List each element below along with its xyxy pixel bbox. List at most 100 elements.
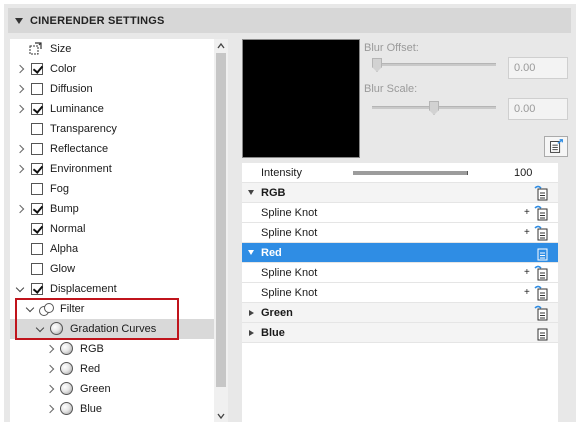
tree-item-luminance[interactable]: Luminance [10, 99, 214, 119]
tree-item-transparency[interactable]: Transparency [10, 119, 214, 139]
tree-item-normal[interactable]: Normal [10, 219, 214, 239]
scroll-up-icon[interactable] [217, 42, 225, 50]
tree-item-label: Green [80, 383, 111, 395]
expand-chevron-icon[interactable] [15, 104, 25, 114]
normal-checkbox[interactable] [31, 223, 43, 235]
size-icon [29, 42, 42, 55]
spline-knot-row[interactable]: Spline Knot + [242, 223, 558, 243]
group-row-green[interactable]: Green [242, 303, 558, 323]
displacement-checkbox[interactable] [31, 283, 43, 295]
tree-item-rgb[interactable]: RGB [10, 339, 214, 359]
tree-item-environment[interactable]: Environment [10, 159, 214, 179]
tree-item-label: Fog [50, 183, 69, 195]
bump-checkbox[interactable] [31, 203, 43, 215]
spline-list-icon[interactable] [534, 205, 550, 221]
add-knot-plus[interactable]: + [524, 207, 530, 218]
add-knot-plus[interactable]: + [524, 287, 530, 298]
expand-chevron-icon[interactable] [15, 164, 25, 174]
alpha-checkbox[interactable] [31, 243, 43, 255]
tree-item-label: Bump [50, 203, 79, 215]
reflectance-checkbox[interactable] [31, 143, 43, 155]
tree-item-size[interactable]: Size [10, 39, 214, 59]
panel-header[interactable]: CINERENDER SETTINGS [8, 8, 571, 33]
color-checkbox[interactable] [31, 63, 43, 75]
blur-offset-field[interactable]: 0.00 [508, 57, 568, 79]
blur-offset-slider-track[interactable] [372, 63, 496, 66]
intensity-row[interactable]: Intensity 100 [242, 163, 558, 183]
spline-list-icon[interactable] [534, 225, 550, 241]
tree-item-color[interactable]: Color [10, 59, 214, 79]
tree-item-label: Diffusion [50, 83, 93, 95]
tree-item-reflectance[interactable]: Reflectance [10, 139, 214, 159]
collapse-chevron-icon[interactable] [15, 283, 25, 294]
glow-checkbox[interactable] [31, 263, 43, 275]
group-row-rgb[interactable]: RGB [242, 183, 558, 203]
spline-list-icon[interactable] [534, 245, 550, 261]
expand-chevron-icon[interactable] [45, 344, 55, 354]
spline-knot-row[interactable]: Spline Knot + [242, 203, 558, 223]
expand-chevron-icon[interactable] [45, 364, 55, 374]
document-icon [550, 139, 563, 153]
expand-chevron-icon[interactable] [45, 384, 55, 394]
group-label: Red [261, 246, 282, 259]
spline-knot-row[interactable]: Spline Knot + [242, 263, 558, 283]
expand-chevron-icon[interactable] [15, 204, 25, 214]
blur-offset-label: Blur Offset: [364, 42, 419, 54]
collapse-triangle-icon[interactable] [248, 190, 254, 195]
tree-item-fog[interactable]: Fog [10, 179, 214, 199]
collapse-chevron-icon[interactable] [25, 303, 35, 314]
expand-triangle-icon[interactable] [249, 309, 254, 316]
group-row-red[interactable]: Red [242, 243, 558, 263]
scroll-down-icon[interactable] [217, 412, 225, 420]
blur-scale-field[interactable]: 0.00 [508, 98, 568, 120]
intensity-value[interactable]: 100 [514, 167, 532, 179]
diffusion-checkbox[interactable] [31, 83, 43, 95]
fog-checkbox[interactable] [31, 183, 43, 195]
intensity-slider[interactable] [353, 171, 468, 175]
expand-chevron-icon[interactable] [15, 84, 25, 94]
collapse-triangle-icon[interactable] [15, 17, 23, 24]
spline-list-icon[interactable] [534, 285, 550, 301]
tree-item-diffusion[interactable]: Diffusion [10, 79, 214, 99]
spline-list-icon[interactable] [534, 325, 550, 341]
tree-item-displacement[interactable]: Displacement [10, 279, 214, 299]
add-knot-plus[interactable]: + [524, 227, 530, 238]
expand-triangle-icon[interactable] [249, 329, 254, 336]
tree-item-label: Luminance [50, 103, 104, 115]
spline-knot-row[interactable]: Spline Knot + [242, 283, 558, 303]
tree-scrollbar[interactable] [214, 39, 228, 422]
sphere-icon [50, 322, 63, 335]
group-label: Blue [261, 326, 285, 339]
tree-item-red[interactable]: Red [10, 359, 214, 379]
tree-item-gradation-curves[interactable]: Gradation Curves [10, 319, 214, 339]
environment-checkbox[interactable] [31, 163, 43, 175]
spline-list-icon[interactable] [534, 305, 550, 321]
collapse-chevron-icon[interactable] [35, 323, 45, 334]
spline-list-icon[interactable] [534, 185, 550, 201]
transparency-checkbox[interactable] [31, 123, 43, 135]
group-row-blue[interactable]: Blue [242, 323, 558, 343]
tree-item-green[interactable]: Green [10, 379, 214, 399]
collapse-triangle-icon[interactable] [248, 250, 254, 255]
tree-item-bump[interactable]: Bump [10, 199, 214, 219]
tree-item-label: Gradation Curves [70, 323, 157, 335]
add-knot-plus[interactable]: + [524, 267, 530, 278]
expand-chevron-icon[interactable] [15, 144, 25, 154]
curve-options-button[interactable] [544, 136, 568, 157]
tree-item-alpha[interactable]: Alpha [10, 239, 214, 259]
spline-knot-label: Spline Knot [261, 226, 318, 239]
spline-list-icon[interactable] [534, 265, 550, 281]
expand-chevron-icon[interactable] [15, 64, 25, 74]
tree-item-label: Alpha [50, 243, 79, 255]
tree-item-filter[interactable]: Filter [10, 299, 214, 319]
luminance-checkbox[interactable] [31, 103, 43, 115]
tree-item-blue[interactable]: Blue [10, 399, 214, 419]
expand-chevron-icon[interactable] [45, 404, 55, 414]
spline-knot-label: Spline Knot [261, 206, 318, 219]
tree-item-label: Transparency [50, 123, 117, 135]
scroll-thumb[interactable] [216, 53, 226, 387]
tree-item-label: Color [50, 63, 77, 75]
tree-item-label: Normal [50, 223, 86, 235]
preview-swatch [242, 39, 360, 158]
tree-item-glow[interactable]: Glow [10, 259, 214, 279]
